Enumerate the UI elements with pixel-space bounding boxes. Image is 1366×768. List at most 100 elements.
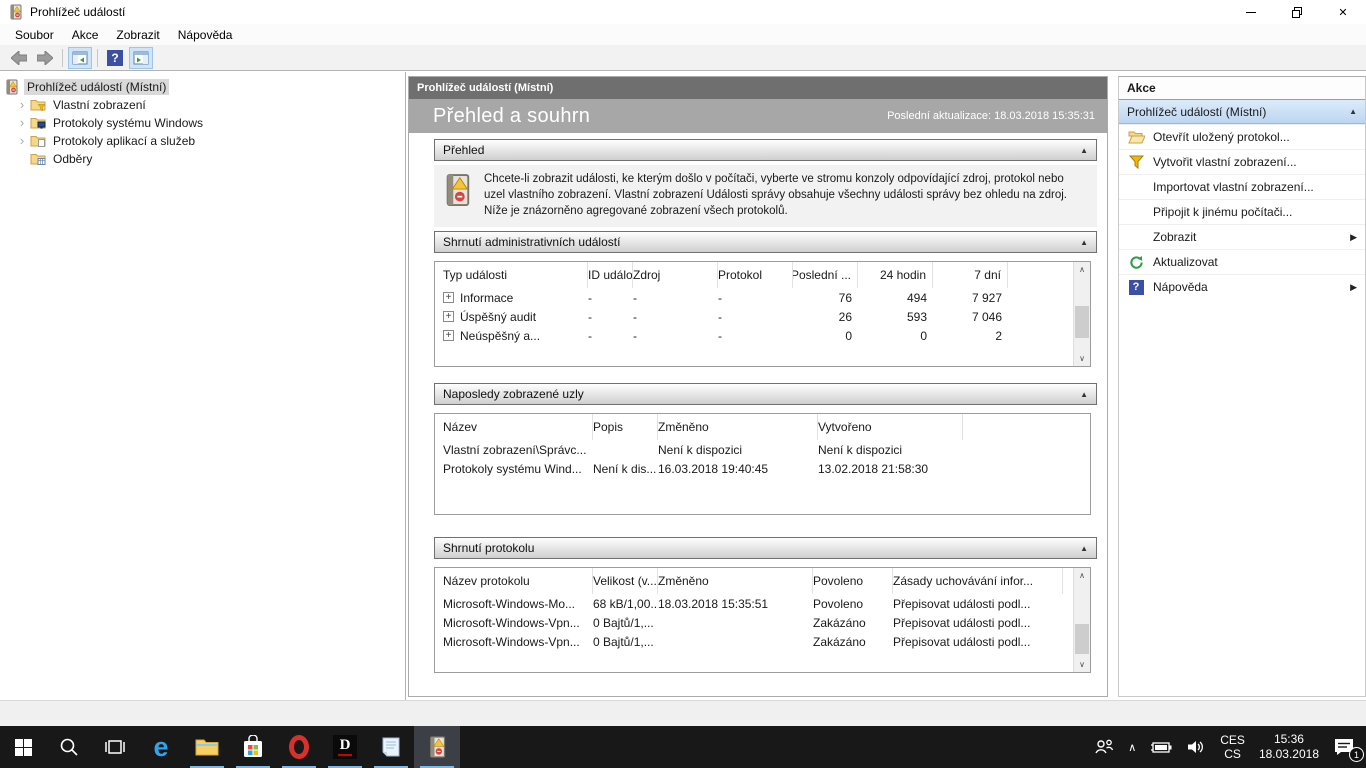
table-row[interactable]: + Informace - - - 76 494 7 927	[435, 288, 1090, 307]
show-action-pane-button[interactable]	[129, 46, 153, 69]
volume-button[interactable]	[1179, 726, 1213, 768]
cell: Není k dispozici	[818, 442, 903, 457]
column-header[interactable]: ID událo...	[588, 262, 633, 288]
scroll-up-icon[interactable]: ∧	[1074, 568, 1090, 583]
column-header[interactable]: Typ události	[443, 262, 588, 288]
column-header[interactable]: Název	[443, 414, 593, 440]
tree-item-app-service-logs[interactable]: › Protokoly aplikací a služeb	[0, 132, 405, 150]
actions-group-header[interactable]: Prohlížeč událostí (Místní) ▲	[1119, 100, 1365, 124]
opera-button[interactable]	[276, 726, 322, 768]
tree-item-event-viewer-root[interactable]: Prohlížeč událostí (Místní)	[0, 78, 405, 96]
table-row[interactable]: + Úspěšný audit - - - 26 593 7 046	[435, 307, 1090, 326]
table-row[interactable]: + Neúspěšný a... - - - 0 0 2	[435, 326, 1090, 345]
start-button[interactable]	[0, 726, 46, 768]
search-icon	[60, 738, 78, 756]
clock[interactable]: 15:36 18.03.2018	[1252, 726, 1326, 768]
table-row[interactable]: Microsoft-Windows-Mo... 68 kB/1,00... 18…	[435, 594, 1090, 613]
action-create-custom-view[interactable]: Vytvořit vlastní zobrazení...	[1119, 149, 1365, 174]
action-help[interactable]: ? Nápověda ▶	[1119, 274, 1365, 299]
menu-soubor[interactable]: Soubor	[6, 26, 63, 44]
tree-item-custom-views[interactable]: › Vlastní zobrazení	[0, 96, 405, 114]
scroll-down-icon[interactable]: ∨	[1074, 657, 1090, 672]
column-header[interactable]: Název protokolu	[443, 568, 593, 594]
menu-akce[interactable]: Akce	[63, 26, 108, 44]
explorer-button[interactable]	[184, 726, 230, 768]
table-row[interactable]: Microsoft-Windows-Vpn... 0 Bajtů/1,... Z…	[435, 613, 1090, 632]
collapse-icon[interactable]: ▲	[1080, 544, 1088, 553]
search-button[interactable]	[46, 726, 92, 768]
store-icon	[244, 735, 262, 757]
expand-plus-icon[interactable]: +	[443, 311, 454, 322]
column-header[interactable]: Povoleno	[813, 568, 893, 594]
column-header[interactable]: Vytvořeno	[818, 414, 963, 440]
refresh-icon	[1129, 255, 1143, 269]
column-header[interactable]: Změněno	[658, 568, 813, 594]
collapse-icon[interactable]: ▲	[1349, 107, 1357, 116]
column-header[interactable]: Změněno	[658, 414, 818, 440]
table-row[interactable]: Protokoly systému Wind... Není k dis... …	[435, 459, 1090, 478]
cell: -	[588, 309, 592, 324]
store-button[interactable]	[230, 726, 276, 768]
collapse-icon[interactable]: ▲	[1080, 238, 1088, 247]
tree-item-subscriptions[interactable]: Odběry	[0, 150, 405, 168]
help-button[interactable]: ?	[103, 47, 127, 69]
battery-button[interactable]	[1143, 726, 1179, 768]
scroll-up-icon[interactable]: ∧	[1074, 262, 1090, 277]
action-center-button[interactable]: 1	[1326, 726, 1364, 768]
edge-button[interactable]: e	[138, 726, 184, 768]
column-header[interactable]: Velikost (v...	[593, 568, 658, 594]
action-view[interactable]: Zobrazit ▶	[1119, 224, 1365, 249]
notepad-button[interactable]	[368, 726, 414, 768]
collapse-icon[interactable]: ▲	[1080, 390, 1088, 399]
section-header-recent-nodes[interactable]: Naposledy zobrazené uzly ▲	[434, 383, 1097, 405]
column-header[interactable]: 7 dní	[933, 262, 1008, 288]
minimize-button[interactable]	[1228, 0, 1274, 24]
recent-nodes-table: Název Popis Změněno Vytvořeno Vlastní zo…	[434, 413, 1091, 515]
menu-zobrazit[interactable]: Zobrazit	[107, 26, 168, 44]
section-header-log-summary[interactable]: Shrnutí protokolu ▲	[434, 537, 1097, 559]
tree-item-windows-logs[interactable]: › Protokoly systému Windows	[0, 114, 405, 132]
table-row[interactable]: Microsoft-Windows-Vpn... 0 Bajtů/1,... Z…	[435, 632, 1090, 651]
task-view-button[interactable]	[92, 726, 138, 768]
windows-logs-folder-icon	[30, 118, 46, 129]
expand-plus-icon[interactable]: +	[443, 292, 454, 303]
show-console-tree-button[interactable]	[68, 46, 92, 69]
d-app-button[interactable]: D	[322, 726, 368, 768]
collapse-icon[interactable]: ▲	[1080, 146, 1088, 155]
section-header-overview[interactable]: Přehled ▲	[434, 139, 1097, 161]
language-indicator[interactable]: CES CS	[1213, 726, 1252, 768]
vertical-scrollbar[interactable]: ∧ ∨	[1073, 262, 1090, 366]
section-header-admin-summary[interactable]: Shrnutí administrativních událostí ▲	[434, 231, 1097, 253]
action-refresh[interactable]: Aktualizovat	[1119, 249, 1365, 274]
table-row[interactable]: Vlastní zobrazení\Správc... Není k dispo…	[435, 440, 1090, 459]
column-header[interactable]: Zásady uchovávání infor...	[893, 568, 1063, 594]
expand-plus-icon[interactable]: +	[443, 330, 454, 341]
chevron-right-icon[interactable]: ›	[14, 98, 30, 111]
chevron-right-icon[interactable]: ›	[14, 134, 30, 147]
vertical-scrollbar[interactable]: ∧ ∨	[1073, 568, 1090, 672]
column-header[interactable]: Zdroj	[633, 262, 718, 288]
chevron-right-icon[interactable]: ›	[14, 116, 30, 129]
column-header[interactable]: 24 hodin	[858, 262, 933, 288]
forward-button[interactable]	[33, 47, 57, 69]
scroll-thumb[interactable]	[1075, 306, 1089, 338]
action-open-saved-log[interactable]: Otevřít uložený protokol...	[1119, 124, 1365, 149]
restore-button[interactable]	[1274, 0, 1320, 24]
action-import-custom-view[interactable]: Importovat vlastní zobrazení...	[1119, 174, 1365, 199]
scroll-down-icon[interactable]: ∨	[1074, 351, 1090, 366]
actions-pane: Akce Prohlížeč událostí (Místní) ▲ Otevř…	[1118, 76, 1366, 697]
column-header[interactable]: Popis	[593, 414, 658, 440]
action-label: Nápověda	[1153, 280, 1208, 294]
cell: 76	[838, 290, 852, 305]
menu-napoveda[interactable]: Nápověda	[169, 26, 242, 44]
event-viewer-taskbar-button[interactable]	[414, 726, 460, 768]
close-button[interactable]: ✕	[1320, 0, 1366, 24]
column-header[interactable]: Poslední ...	[793, 262, 858, 288]
cell: -	[718, 290, 722, 305]
scroll-thumb[interactable]	[1075, 624, 1089, 654]
action-connect-other-computer[interactable]: Připojit k jinému počítači...	[1119, 199, 1365, 224]
show-hidden-icons-button[interactable]: ∧	[1121, 726, 1143, 768]
people-button[interactable]	[1087, 726, 1121, 768]
back-button[interactable]	[7, 47, 31, 69]
column-header[interactable]: Protokol	[718, 262, 793, 288]
